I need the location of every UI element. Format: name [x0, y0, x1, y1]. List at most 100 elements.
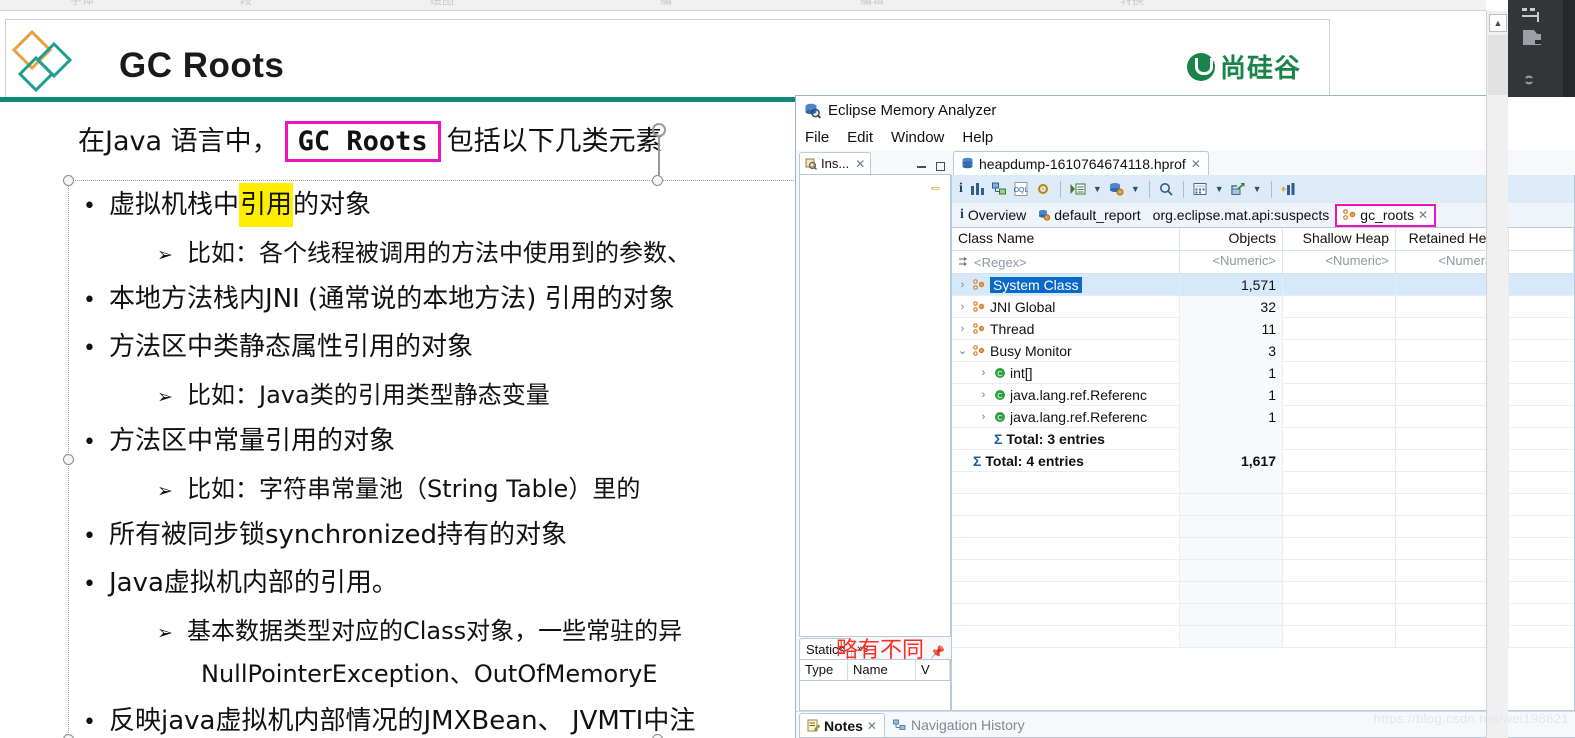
- close-icon[interactable]: ✕: [1191, 157, 1201, 171]
- slide-content-placeholder[interactable]: • 虚拟机栈中 引用 的对象 ➢ 比如：各个线程被调用的方法中使用到的参数、 • 本…: [63, 123, 809, 738]
- dominator-tree-icon[interactable]: [991, 182, 1007, 196]
- mat-window-title: Eclipse Memory Analyzer: [828, 101, 997, 119]
- lead-text-before: 在Java 语言中，: [78, 126, 279, 157]
- filter-class-name[interactable]: <Regex>: [952, 251, 1180, 273]
- bullet-text: 所有被同步锁synchronized持有的对象: [109, 520, 568, 550]
- bullet-text: 方法区中常量引用的对象: [109, 426, 396, 456]
- oql-icon[interactable]: OQL: [1014, 182, 1029, 196]
- table-row[interactable]: › C java.lang.ref.Referenc 1: [952, 405, 1574, 428]
- tab-navigation-history[interactable]: Navigation History: [885, 713, 1033, 737]
- table-cell-shallow: [1283, 449, 1396, 472]
- notes-tab-label: Notes: [824, 717, 863, 734]
- ppt-vertical-scrollbar[interactable]: ▲: [1486, 11, 1508, 738]
- table-blank-row: [952, 494, 1574, 516]
- table-cell-shallow: [1283, 383, 1396, 406]
- pin-icon[interactable]: 📌: [930, 645, 951, 659]
- table-row[interactable]: › Thread 11: [952, 317, 1574, 340]
- tab-suspects[interactable]: org.eclipse.mat.api:suspects: [1147, 204, 1336, 227]
- minimize-icon[interactable]: [917, 165, 926, 168]
- export-icon[interactable]: [1230, 182, 1246, 196]
- info-icon[interactable]: i: [959, 181, 963, 197]
- caret-down-icon[interactable]: ▼: [1093, 184, 1102, 194]
- expand-twisty-icon[interactable]: ›: [977, 367, 990, 379]
- heapdump-tab-label: heapdump-1610764674118.hprof: [979, 155, 1186, 172]
- collapse-twisty-icon[interactable]: ⌄: [956, 344, 969, 357]
- scroll-up-button[interactable]: ▲: [1489, 14, 1507, 32]
- column-objects[interactable]: Objects: [1180, 228, 1283, 250]
- tab-overview-label: Overview: [967, 207, 1027, 223]
- list-item: • 方法区中常量引用的对象: [83, 419, 809, 465]
- list-item: • 反映java虚拟机内部情况的JMXBean、 JVMTI中注: [83, 699, 809, 738]
- bullet-text: 比如：字符串常量池（String Table）里的: [187, 475, 641, 503]
- snip-tool-icon[interactable]: [1520, 6, 1548, 28]
- close-icon[interactable]: ✕: [867, 719, 877, 733]
- resize-handle-middle-left[interactable]: [63, 454, 74, 465]
- rotate-stem: [658, 137, 660, 175]
- filter-shallow-heap[interactable]: <Numeric>: [1283, 251, 1396, 273]
- expand-twisty-icon[interactable]: ›: [956, 323, 969, 335]
- caret-down-icon[interactable]: ▼: [1253, 184, 1262, 194]
- tab-overview[interactable]: i Overview: [954, 204, 1032, 227]
- scrollbar-thumb[interactable]: [1488, 35, 1508, 95]
- tab-notes[interactable]: Notes ✕: [799, 713, 885, 737]
- table-cell-objects: 1: [1180, 405, 1283, 428]
- table-cell-shallow: [1283, 295, 1396, 318]
- lead-boxed-gcroots: GC Roots: [284, 121, 441, 162]
- expand-twisty-icon[interactable]: ›: [956, 279, 969, 291]
- mat-body: Ins... ✕ ⇔ Statics » 3 📌 Type Name V hea…: [796, 150, 1575, 711]
- expand-twisty-icon[interactable]: ›: [956, 301, 969, 313]
- class-icon: C: [995, 411, 1005, 422]
- table-cell-objects: 1: [1180, 383, 1283, 406]
- bullet-text-post: 的对象: [293, 190, 372, 220]
- heap-icon[interactable]: [1109, 182, 1124, 196]
- table-blank-row: [952, 538, 1574, 560]
- tab-inspector[interactable]: Ins... ✕: [799, 152, 872, 174]
- ribbon-ghost-item: 绘图: [430, 0, 455, 7]
- caret-down-icon[interactable]: ▼: [1215, 184, 1224, 194]
- column-shallow-heap[interactable]: Shallow Heap: [1283, 228, 1396, 250]
- menu-help[interactable]: Help: [962, 129, 993, 146]
- bullet-marker: •: [83, 194, 96, 219]
- maximize-icon[interactable]: [936, 162, 945, 171]
- expand-twisty-icon[interactable]: ›: [977, 411, 990, 423]
- rotate-handle[interactable]: [652, 123, 666, 137]
- table-row[interactable]: › JNI Global 32: [952, 295, 1574, 318]
- table-row[interactable]: ⌄ Busy Monitor 3: [952, 339, 1574, 362]
- table-row[interactable]: › System Class 1,571: [952, 273, 1574, 296]
- table-cell-class-name: System Class: [990, 276, 1082, 293]
- caret-down-icon[interactable]: ▼: [1131, 184, 1140, 194]
- menu-edit[interactable]: Edit: [847, 129, 873, 146]
- search-icon[interactable]: [1159, 182, 1174, 196]
- window-capture-icon[interactable]: [1522, 27, 1548, 51]
- close-icon[interactable]: ✕: [1418, 208, 1428, 222]
- report-icon: [1039, 209, 1051, 221]
- table-filter-row: <Regex> <Numeric> <Numeric> <Numeric>: [952, 251, 1574, 274]
- gcroot-icon: [973, 278, 985, 290]
- link-icon[interactable]: [1522, 70, 1544, 90]
- table-cell-class-name: java.lang.ref.Referenc: [1010, 386, 1147, 403]
- column-class-name[interactable]: Class Name: [952, 228, 1180, 250]
- menu-window[interactable]: Window: [891, 129, 944, 146]
- tab-gc-roots[interactable]: gc_roots ✕: [1335, 203, 1437, 227]
- tab-heapdump[interactable]: heapdump-1610764674118.hprof ✕: [953, 151, 1209, 175]
- inspector-icon: [805, 158, 817, 170]
- resize-handle-top-left[interactable]: [63, 175, 74, 186]
- run-expert-icon[interactable]: [1070, 182, 1086, 196]
- table-row[interactable]: › C java.lang.ref.Referenc 1: [952, 383, 1574, 406]
- resize-handle-bottom-left[interactable]: [63, 734, 74, 738]
- menu-file[interactable]: File: [805, 129, 829, 146]
- inspector-tab-label: Ins...: [821, 156, 850, 171]
- navigation-history-label: Navigation History: [910, 717, 1025, 733]
- calculator-icon[interactable]: [1193, 182, 1208, 196]
- compare-icon[interactable]: [1281, 182, 1296, 196]
- swap-arrows-icon[interactable]: ⇔: [928, 180, 943, 195]
- table-row[interactable]: › C int[] 1: [952, 361, 1574, 384]
- filter-objects[interactable]: <Numeric>: [1180, 251, 1283, 273]
- bullet-list: • 虚拟机栈中 引用 的对象 ➢ 比如：各个线程被调用的方法中使用到的参数、 • 本…: [83, 183, 809, 738]
- close-icon[interactable]: ✕: [855, 157, 865, 171]
- table-cell-objects: 1,571: [1180, 273, 1283, 296]
- queries-icon[interactable]: [1036, 182, 1051, 196]
- expand-twisty-icon[interactable]: ›: [977, 389, 990, 401]
- tab-default-report[interactable]: default_report: [1032, 204, 1146, 227]
- histogram-icon[interactable]: [970, 182, 985, 196]
